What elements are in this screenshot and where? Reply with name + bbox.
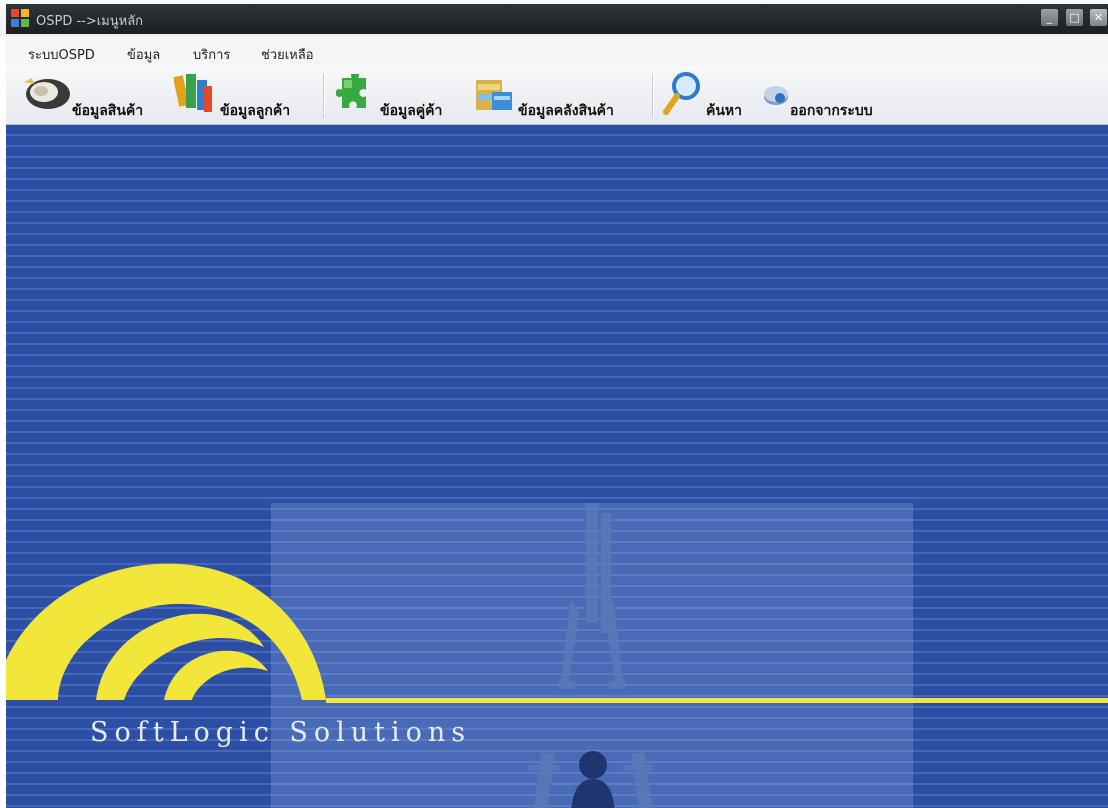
menu-item-data[interactable]: ข้อมูล — [127, 44, 160, 65]
toolbar-label-products: ข้อมูลสินค้า — [72, 103, 144, 119]
window-title: OSPD -->เมนูหลัก — [36, 14, 144, 29]
puzzle-icon — [336, 74, 366, 108]
toolbar-button-logout[interactable]: ออกจากระบบ — [762, 70, 897, 122]
toolbar-label-logout: ออกจากระบบ — [790, 103, 873, 119]
main-background: SoftLogic Solutions — [6, 125, 1108, 808]
toolbar-separator — [652, 74, 654, 118]
toolbar-label-partners: ข้อมูลคู่ค้า — [380, 103, 443, 119]
toolbar-button-search[interactable]: ค้นหา — [662, 70, 754, 122]
close-button[interactable]: ✕ — [1090, 9, 1107, 26]
app-icon — [11, 9, 29, 27]
toolbar-label-customers: ข้อมูลลูกค้า — [220, 103, 291, 119]
menu-item-service[interactable]: บริการ — [193, 44, 230, 65]
main-window: OSPD -->เมนูหลัก _ □ ✕ ระบบOSPD ข้อมูล บ… — [0, 0, 1108, 808]
toolbar-button-warehouse[interactable]: ข้อมูลคลังสินค้า — [472, 70, 642, 122]
toolbar-button-products[interactable]: ข้อมูลสินค้า — [20, 70, 165, 122]
magnifier-icon — [663, 72, 700, 115]
softlogic-logo — [6, 563, 1108, 703]
speaker-icon — [24, 78, 70, 109]
menu-bar — [6, 36, 1108, 66]
toolbar-button-partners[interactable]: ข้อมูลคู่ค้า — [336, 70, 461, 122]
toolbar-label-search: ค้นหา — [706, 103, 743, 119]
title-bar-inner[interactable] — [6, 4, 1108, 34]
menu-item-system[interactable]: ระบบOSPD — [28, 44, 95, 65]
minimize-button[interactable]: _ — [1041, 9, 1058, 26]
toolbar-label-warehouse: ข้อมูลคลังสินค้า — [518, 103, 614, 119]
warehouse-icon — [476, 80, 512, 110]
maximize-button[interactable]: □ — [1066, 9, 1083, 26]
exit-icon — [764, 86, 788, 105]
toolbar-button-customers[interactable]: ข้อมูลลูกค้า — [174, 70, 314, 122]
books-icon — [174, 74, 212, 112]
company-name: SoftLogic Solutions — [90, 717, 472, 748]
toolbar-separator — [323, 74, 325, 118]
menu-item-help[interactable]: ช่วยเหลือ — [261, 44, 314, 65]
